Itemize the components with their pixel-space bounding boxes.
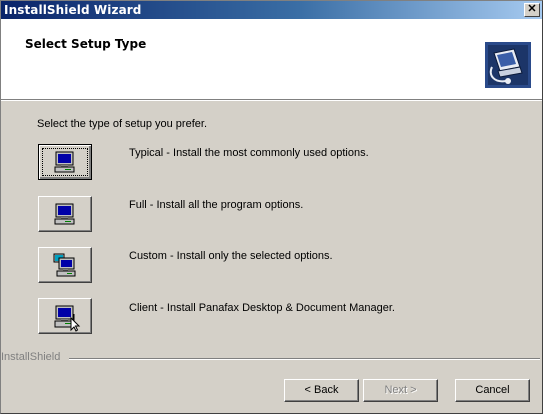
wizard-header: Select Setup Type: [1, 19, 542, 101]
cancel-button-label: Cancel: [475, 384, 510, 396]
close-button[interactable]: ✕: [524, 3, 540, 17]
installshield-brand: InstallShield: [1, 351, 61, 363]
computer-setup-icon: [485, 42, 531, 88]
title-bar[interactable]: InstallShield Wizard ✕: [1, 1, 542, 19]
close-icon: ✕: [527, 3, 537, 15]
cancel-button[interactable]: Cancel: [455, 379, 530, 402]
page-title: Select Setup Type: [25, 37, 147, 51]
computer-icon: [54, 203, 75, 225]
typical-option-label: Typical - Install the most commonly used…: [129, 147, 369, 159]
typical-setup-button[interactable]: [38, 144, 92, 180]
client-computer-icon: [54, 305, 81, 332]
window-title: InstallShield Wizard: [4, 3, 142, 17]
custom-computer-icon: [53, 253, 76, 277]
custom-option-label: Custom - Install only the selected optio…: [129, 250, 333, 262]
client-setup-button[interactable]: [38, 298, 92, 334]
footer-divider: [69, 358, 540, 360]
next-button-label: Next >: [384, 384, 417, 396]
full-setup-button[interactable]: [38, 196, 92, 232]
full-option-label: Full - Install all the program options.: [129, 199, 304, 211]
installshield-wizard-window: InstallShield Wizard ✕ Select Setup Type…: [0, 0, 543, 414]
computer-icon: [54, 151, 75, 173]
instruction-text: Select the type of setup you prefer.: [37, 118, 207, 130]
custom-setup-button[interactable]: [38, 247, 92, 283]
back-button-label: < Back: [304, 384, 339, 396]
client-option-label: Client - Install Panafax Desktop & Docum…: [129, 302, 395, 314]
next-button[interactable]: Next >: [363, 379, 438, 402]
back-button[interactable]: < Back: [284, 379, 359, 402]
